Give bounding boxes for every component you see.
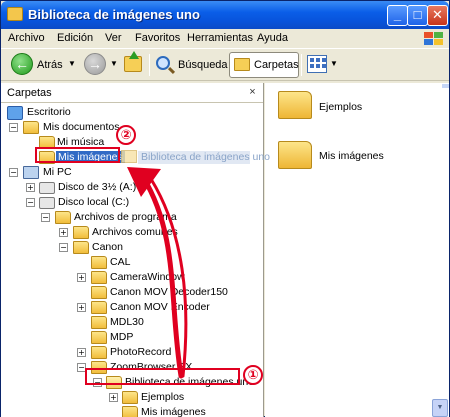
expand-icon[interactable]: + bbox=[77, 303, 86, 312]
contents-pane: Ejemplos Mis imágenes bbox=[265, 83, 449, 417]
folders-icon bbox=[234, 58, 250, 71]
folder-icon bbox=[122, 391, 138, 404]
back-dropdown-icon[interactable]: ▼ bbox=[68, 59, 76, 68]
forward-button[interactable]: → bbox=[84, 53, 106, 75]
collapse-icon[interactable]: − bbox=[59, 243, 68, 252]
folder-icon[interactable] bbox=[278, 91, 312, 119]
menu-ayuda[interactable]: Ayuda bbox=[257, 32, 288, 44]
expand-icon[interactable]: + bbox=[77, 348, 86, 357]
folder-icon bbox=[7, 7, 23, 21]
menu-bar: Archivo Edición Ver Favoritos Herramient… bbox=[1, 29, 449, 49]
views-icon[interactable] bbox=[307, 55, 327, 73]
menu-herramientas[interactable]: Herramientas bbox=[187, 32, 253, 44]
search-icon[interactable] bbox=[156, 56, 170, 70]
drag-ghost-label: Biblioteca de imágenes uno bbox=[141, 151, 271, 163]
computer-icon bbox=[23, 166, 39, 179]
close-icon[interactable]: × bbox=[246, 86, 259, 99]
expand-icon[interactable]: + bbox=[26, 183, 35, 192]
folder-icon bbox=[91, 331, 107, 344]
expand-icon[interactable]: + bbox=[77, 273, 86, 282]
drag-folder-icon bbox=[121, 150, 137, 163]
folder-icon[interactable] bbox=[278, 141, 312, 169]
folder-pane-header: Carpetas × bbox=[1, 83, 263, 103]
desktop-icon bbox=[7, 106, 23, 120]
floppy-drive-icon bbox=[39, 182, 55, 194]
maximize-button[interactable]: □ bbox=[407, 5, 428, 26]
menu-archivo[interactable]: Archivo bbox=[8, 32, 45, 44]
folder-icon bbox=[122, 406, 138, 417]
folder-icon bbox=[73, 226, 89, 239]
expand-icon[interactable]: + bbox=[109, 393, 118, 402]
collapse-icon[interactable]: − bbox=[41, 213, 50, 222]
step-1-badge: ① bbox=[243, 365, 263, 385]
folder-icon bbox=[91, 346, 107, 359]
back-button[interactable]: ← bbox=[11, 53, 33, 75]
folders-label: Carpetas bbox=[254, 59, 299, 71]
step-2-badge: ② bbox=[116, 125, 136, 145]
folder-icon bbox=[91, 256, 107, 269]
scrollbar-thumb[interactable] bbox=[442, 84, 449, 88]
collapse-icon[interactable]: − bbox=[26, 198, 35, 207]
views-dropdown-icon[interactable]: ▼ bbox=[330, 59, 338, 68]
folder-icon bbox=[91, 316, 107, 329]
toolbar-separator bbox=[149, 54, 150, 76]
minimize-button[interactable]: _ bbox=[387, 5, 408, 26]
folder-icon bbox=[91, 301, 107, 314]
explorer-window: Biblioteca de imágenes uno _ □ ✕ Archivo… bbox=[0, 0, 450, 417]
menu-favoritos[interactable]: Favoritos bbox=[135, 32, 180, 44]
collapse-icon[interactable]: − bbox=[9, 123, 18, 132]
toolbar-separator bbox=[301, 54, 302, 76]
up-folder-icon[interactable] bbox=[124, 51, 142, 72]
menu-edicion[interactable]: Edición bbox=[57, 32, 93, 44]
folder-icon bbox=[55, 211, 71, 224]
source-highlight-box bbox=[85, 368, 240, 385]
collapse-icon[interactable]: − bbox=[9, 168, 18, 177]
windows-logo-icon bbox=[423, 31, 445, 47]
toolbar: ← Atrás ▼ → ▼ Búsqueda Carpetas ▼ bbox=[1, 49, 449, 81]
content-item-ejemplos[interactable]: Ejemplos bbox=[319, 101, 362, 113]
folder-icon bbox=[73, 241, 89, 254]
folder-icon bbox=[91, 271, 107, 284]
expand-icon[interactable]: + bbox=[59, 228, 68, 237]
title-bar[interactable]: Biblioteca de imágenes uno _ □ ✕ bbox=[1, 1, 449, 29]
menu-ver[interactable]: Ver bbox=[105, 32, 122, 44]
target-highlight-box bbox=[35, 147, 120, 163]
documents-folder-icon bbox=[23, 121, 39, 134]
search-label[interactable]: Búsqueda bbox=[178, 59, 228, 71]
close-button[interactable]: ✕ bbox=[427, 5, 448, 26]
window-title: Biblioteca de imágenes uno bbox=[28, 7, 200, 22]
folder-pane-title: Carpetas bbox=[7, 87, 52, 99]
folders-button[interactable]: Carpetas bbox=[229, 52, 299, 78]
forward-dropdown-icon[interactable]: ▼ bbox=[110, 59, 118, 68]
hard-drive-icon bbox=[39, 197, 55, 209]
scroll-down-button[interactable]: ▼ bbox=[432, 399, 448, 417]
folder-icon bbox=[91, 286, 107, 299]
content-item-mis-imagenes[interactable]: Mis imágenes bbox=[319, 150, 384, 162]
back-label[interactable]: Atrás bbox=[37, 59, 63, 71]
